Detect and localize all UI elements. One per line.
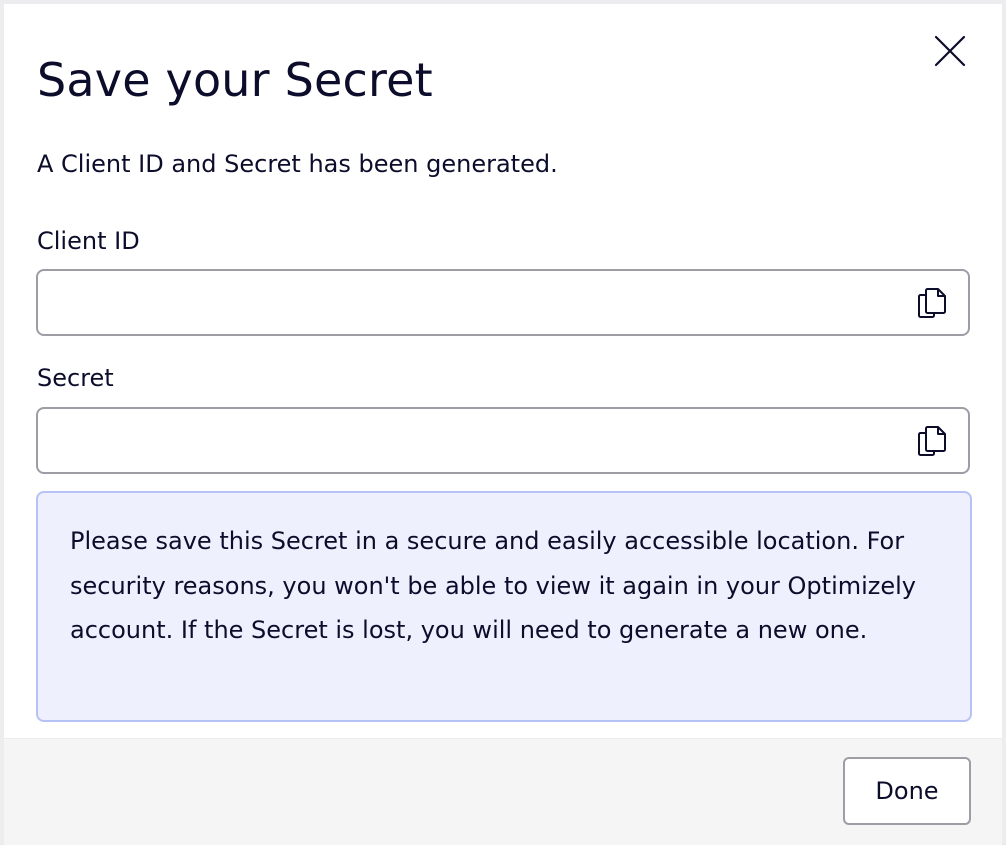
save-secret-dialog: Save your Secret A Client ID and Secret …: [4, 4, 1002, 845]
client-id-field: [36, 269, 970, 336]
client-id-label: Client ID: [37, 227, 140, 255]
done-button[interactable]: Done: [843, 757, 971, 825]
close-icon: [934, 35, 966, 67]
copy-secret-button[interactable]: [914, 423, 950, 459]
secret-field: [36, 407, 970, 474]
notice-text: Please save this Secret in a secure and …: [70, 527, 917, 644]
dialog-footer: Done: [4, 738, 1002, 845]
copy-icon: [918, 426, 946, 456]
copy-icon: [918, 288, 946, 318]
secret-input[interactable]: [54, 419, 898, 465]
secret-warning-notice: Please save this Secret in a secure and …: [36, 491, 972, 722]
client-id-input[interactable]: [54, 281, 898, 327]
copy-client-id-button[interactable]: [914, 285, 950, 321]
dialog-subtitle: A Client ID and Secret has been generate…: [37, 150, 558, 178]
close-button[interactable]: [930, 31, 970, 71]
dialog-title: Save your Secret: [37, 53, 433, 107]
secret-label: Secret: [37, 364, 114, 392]
